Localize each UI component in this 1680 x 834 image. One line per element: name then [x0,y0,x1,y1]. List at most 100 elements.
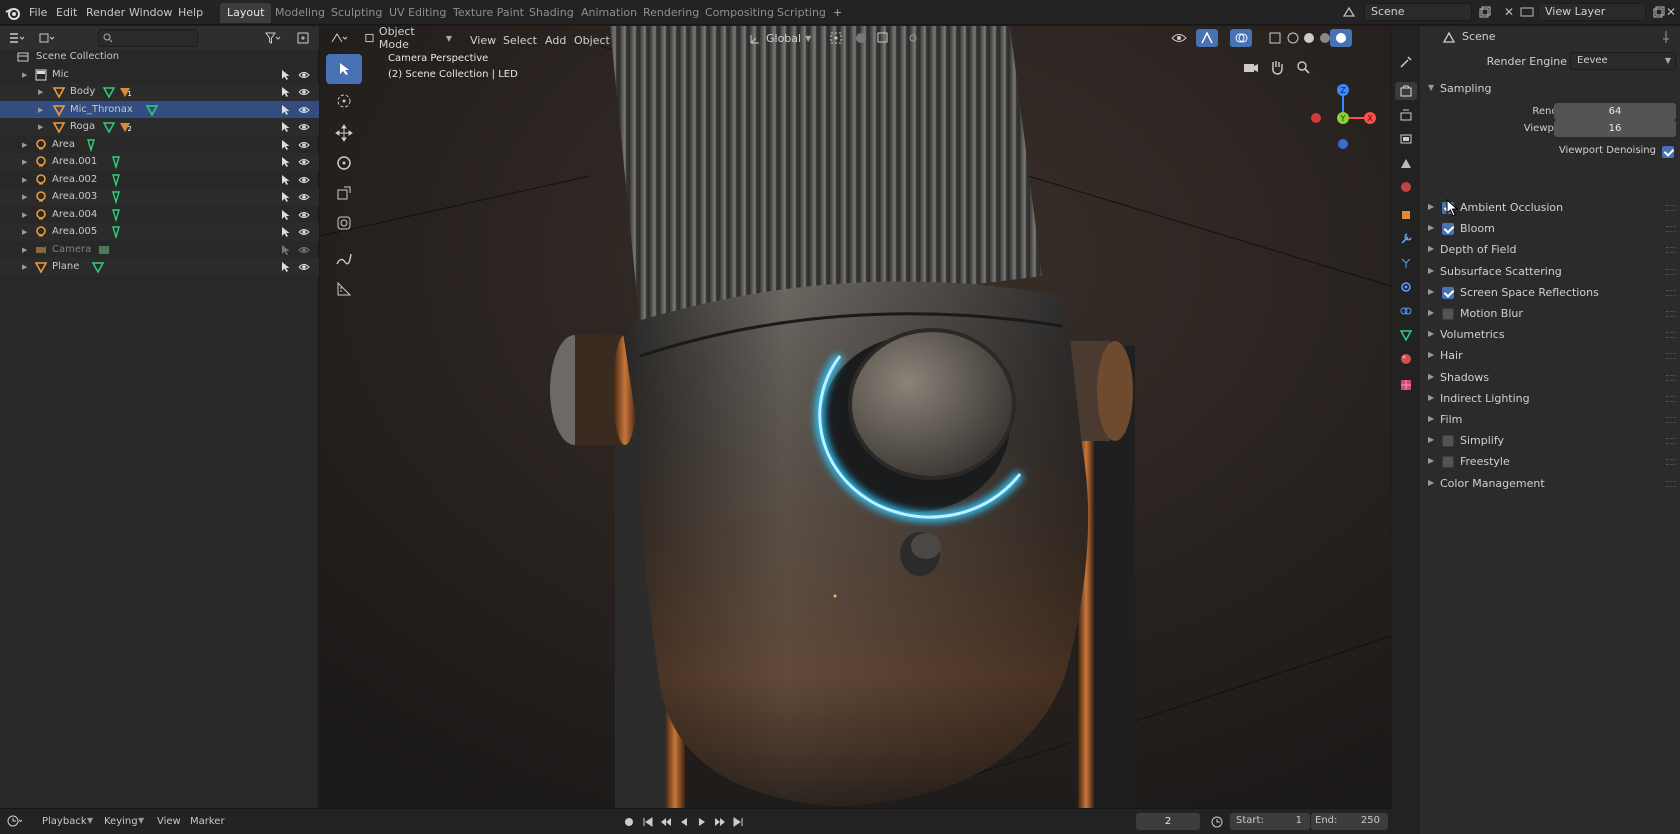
display-mode-icon[interactable] [36,29,58,47]
pin-icon[interactable] [1660,30,1672,44]
outliner-row[interactable]: ▶ Mic [0,66,319,84]
snap-target-icon[interactable] [872,29,894,47]
expand-arrow-icon[interactable]: ▶ [38,106,43,114]
eye-icon[interactable] [298,139,310,151]
tab-scripting[interactable]: Scripting [770,3,833,23]
drag-handle-icon[interactable] [1666,395,1676,402]
outliner-row[interactable]: ▶ Camera [0,241,319,259]
menu-file[interactable]: File [24,4,52,21]
drag-handle-icon[interactable] [1666,459,1676,466]
section-enable-checkbox[interactable] [1442,308,1454,320]
next-keyframe-icon[interactable] [712,813,728,831]
eye-icon[interactable] [298,209,310,221]
expand-arrow-icon[interactable]: ▶ [22,141,27,149]
section-panel[interactable]: ▶ Color Management [1420,473,1680,494]
timeline-view-menu[interactable]: View [157,816,181,827]
view-layer-tab-icon[interactable] [1395,130,1417,148]
expand-arrow-icon[interactable]: ▶ [38,123,43,131]
select-toggle-icon[interactable] [280,174,292,186]
select-toggle-icon[interactable] [280,69,292,81]
particles-tab-icon[interactable] [1395,254,1417,272]
copy-scene-icon[interactable] [1474,3,1496,21]
expand-arrow-icon[interactable]: ▶ [22,158,27,166]
material-tab-icon[interactable] [1395,350,1417,368]
view-layer-field[interactable]: View Layer [1538,3,1646,21]
eye-icon[interactable] [298,174,310,186]
section-sampling[interactable]: ▼ Sampling [1420,78,1680,99]
section-enable-checkbox[interactable] [1442,223,1454,236]
add-workspace-button[interactable]: + [826,3,849,23]
section-panel[interactable]: ▶ Screen Space Reflections [1420,282,1680,303]
eye-icon[interactable] [298,261,310,273]
outliner-row[interactable]: ▶ Area.001 [0,153,319,171]
outliner-row[interactable]: ▶ Area.005 [0,223,319,241]
drag-handle-icon[interactable] [1666,353,1676,360]
vp-menu-select[interactable]: Select [503,34,537,47]
menu-edit[interactable]: Edit [51,4,82,21]
drag-handle-icon[interactable] [1666,417,1676,423]
eye-icon[interactable] [298,244,310,256]
eye-icon[interactable] [298,226,310,238]
marker-menu[interactable]: Marker [190,816,225,827]
object-tab-icon[interactable] [1395,206,1417,224]
filter-icon[interactable] [262,29,284,47]
physics-tab-icon[interactable] [1395,278,1417,296]
select-toggle-icon[interactable] [280,104,292,116]
tab-compositing[interactable]: Compositing [698,3,781,23]
select-toggle-icon[interactable] [280,244,292,256]
drag-handle-icon[interactable] [1666,374,1676,381]
eye-icon[interactable] [298,69,310,81]
select-toggle-icon[interactable] [280,86,292,98]
scale-tool[interactable] [326,178,362,208]
select-box-tool[interactable] [326,54,362,84]
eye-icon[interactable] [298,104,310,116]
eye-icon[interactable] [298,191,310,203]
select-toggle-icon[interactable] [280,226,292,238]
prev-keyframe-icon[interactable] [658,813,674,831]
select-toggle-icon[interactable] [280,261,292,273]
outliner-row[interactable]: ▶ Mic_Thronax [0,100,319,118]
overlays-toggle-icon[interactable] [1230,29,1252,47]
constraints-tab-icon[interactable] [1395,302,1417,320]
delete-view-layer-icon[interactable]: ✕ [1664,3,1678,21]
outliner-row[interactable]: ▶ Area.002 [0,171,319,189]
viewport-editor-type-icon[interactable] [328,29,350,47]
viewport-denoising-checkbox[interactable] [1662,146,1674,158]
camera-data-icon[interactable] [97,243,111,257]
transform-tool[interactable] [326,208,362,238]
section-panel[interactable]: ▶ Indirect Lighting [1420,388,1680,409]
camera-view-icon[interactable] [1240,58,1262,76]
move-tool[interactable] [326,118,362,148]
section-panel[interactable]: ▶ Volumetrics [1420,324,1680,345]
orientation-dropdown[interactable]: Global ▼ [750,29,820,47]
preview-range-icon[interactable] [1206,813,1228,831]
light-data-icon[interactable] [109,173,123,187]
drag-handle-icon[interactable] [1666,480,1676,487]
drag-handle-icon[interactable] [1666,311,1676,317]
section-panel[interactable]: ▶ Shadows [1420,367,1680,388]
section-enable-checkbox[interactable] [1442,456,1454,469]
light-data-icon[interactable] [109,225,123,239]
expand-arrow-icon[interactable]: ▶ [22,193,27,201]
expand-arrow-icon[interactable]: ▶ [22,246,27,254]
light-data-icon[interactable] [109,155,123,169]
outliner-root-row[interactable]: Scene Collection [0,48,319,66]
viewport-samples-field[interactable]: 16 [1554,120,1676,137]
tab-uv-editing[interactable]: UV Editing [382,3,453,23]
tab-rendering[interactable]: Rendering [636,3,706,23]
tab-layout[interactable]: Layout [220,3,272,23]
menu-help[interactable]: Help [173,4,208,21]
expand-arrow-icon[interactable]: ▶ [22,176,27,184]
section-panel[interactable]: ▶ Bloom [1420,218,1680,239]
vp-menu-object[interactable]: Object [574,34,610,47]
scene-selector-icon[interactable] [1338,3,1360,21]
world-tab-icon[interactable] [1395,178,1417,196]
light-data-icon[interactable] [109,190,123,204]
section-panel[interactable]: ▶ Simplify [1420,430,1680,451]
outliner-row[interactable]: ▶ Area.004 [0,206,319,224]
drag-handle-icon[interactable] [1666,226,1676,233]
tool-tab-icon[interactable] [1395,53,1417,71]
expand-arrow-icon[interactable]: ▶ [38,88,43,96]
jump-start-icon[interactable] [640,813,656,831]
texture-tab-icon[interactable] [1395,376,1417,394]
